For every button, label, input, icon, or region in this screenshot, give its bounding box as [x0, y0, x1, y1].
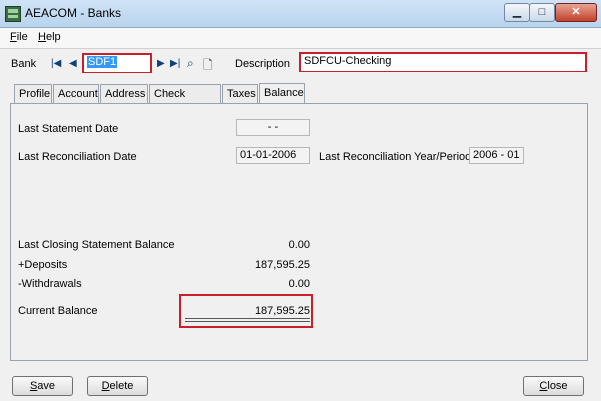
tab-check-stocks[interactable]: Check Stocks [149, 84, 221, 118]
description-label: Description [235, 58, 291, 70]
close-label: lose [547, 380, 568, 392]
window-title: AEACOM - Banks [25, 6, 122, 20]
current-balance-value: 187,595.25 [254, 305, 310, 317]
tab-balance[interactable]: Balance [259, 83, 305, 104]
tab-account[interactable]: Account [53, 84, 99, 103]
menu-help-mnemonic: H [38, 31, 46, 43]
maximize-icon: □ [538, 6, 546, 18]
menu-help-label: elp [45, 31, 61, 43]
tab-profile[interactable]: Profile [14, 84, 52, 103]
previous-record-icon[interactable]: ◀ [69, 58, 77, 69]
bank-label: Bank [11, 58, 37, 70]
current-balance-label: Current Balance [18, 305, 98, 317]
tab-taxes[interactable]: Taxes [222, 84, 258, 103]
last-reconciliation-date-field: 01-01-2006 [236, 147, 310, 164]
banks-window: AEACOM - Banks ▁ □ ✕ File Help Bank |◀ ◀… [0, 0, 601, 401]
menu-file-label: ile [16, 31, 28, 43]
close-button[interactable]: Close [523, 376, 584, 396]
save-button[interactable]: Save [12, 376, 73, 396]
last-reconciliation-period-field: 2006 - 01 [469, 147, 524, 164]
delete-mnemonic: D [101, 380, 110, 392]
menu-file-mnemonic: F [10, 31, 17, 43]
search-icon[interactable]: ⌕ [187, 56, 194, 71]
last-closing-balance-value: 0.00 [288, 239, 310, 251]
last-closing-balance-label: Last Closing Statement Balance [18, 239, 175, 251]
tab-address[interactable]: Address [100, 84, 148, 103]
title-bar: AEACOM - Banks ▁ □ ✕ [0, 0, 601, 28]
last-reconciliation-period-label: Last Reconciliation Year/Period [319, 151, 472, 163]
close-window-button[interactable]: ✕ [555, 3, 597, 22]
delete-label: elete [109, 380, 134, 392]
last-statement-date-label: Last Statement Date [18, 123, 119, 135]
delete-button[interactable]: Delete [87, 376, 148, 396]
close-icon: ✕ [571, 6, 581, 18]
maximize-button[interactable]: □ [529, 3, 555, 22]
save-label: ave [37, 380, 56, 392]
description-input[interactable]: SDFCU-Checking [301, 54, 585, 71]
bank-code-input[interactable]: SDF1 [84, 55, 150, 72]
balance-double-underline [185, 321, 310, 322]
last-record-icon[interactable]: ▶| [170, 58, 180, 69]
next-record-icon[interactable]: ▶ [157, 58, 165, 69]
minimize-icon: ▁ [512, 6, 522, 18]
menu-file[interactable]: File [10, 31, 28, 43]
bank-code-value: SDF1 [87, 56, 118, 68]
app-icon [5, 6, 21, 22]
last-reconciliation-date-label: Last Reconciliation Date [18, 151, 137, 163]
new-record-icon[interactable]: 🗋 [203, 56, 213, 77]
withdrawals-label: -Withdrawals [18, 278, 82, 290]
last-statement-date-field: - - [236, 119, 310, 136]
withdrawals-value: 0.00 [288, 278, 310, 290]
minimize-button[interactable]: ▁ [504, 3, 530, 22]
menu-bar: File Help [0, 28, 601, 49]
deposits-label: +Deposits [18, 259, 68, 271]
menu-help[interactable]: Help [38, 31, 61, 43]
deposits-value: 187,595.25 [254, 259, 310, 271]
balance-underline [185, 318, 310, 319]
first-record-icon[interactable]: |◀ [51, 58, 61, 69]
